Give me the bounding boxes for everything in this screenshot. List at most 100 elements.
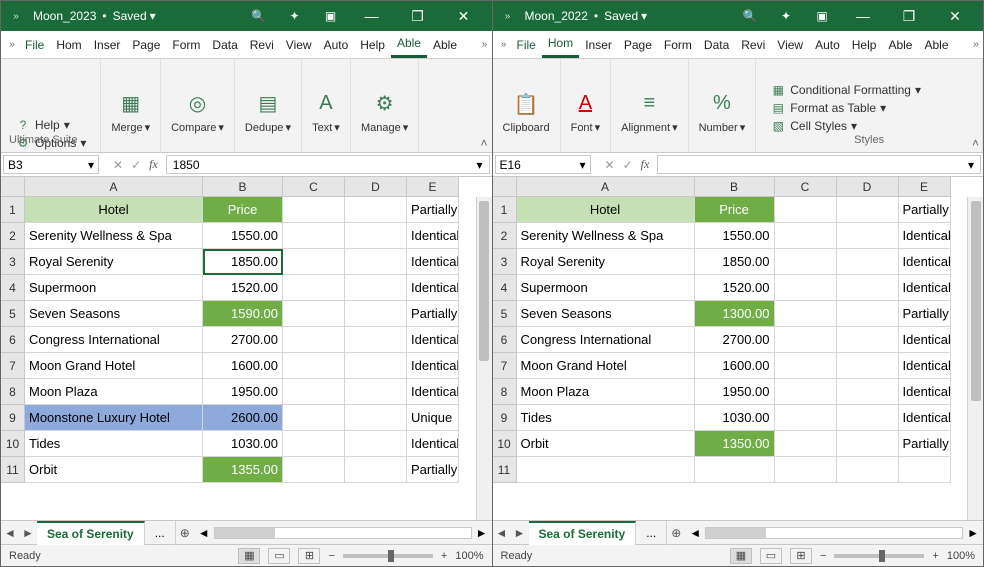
sheet-tab-active[interactable]: Sea of Serenity: [37, 521, 145, 545]
zoom-level[interactable]: 100%: [947, 550, 975, 562]
cell[interactable]: [283, 301, 345, 327]
cell[interactable]: [345, 327, 407, 353]
saved-indicator[interactable]: Saved ▾: [113, 9, 156, 23]
cell-styles-button[interactable]: ▧ Cell Styles ▾: [770, 118, 921, 134]
tab-form[interactable]: Form: [658, 31, 698, 58]
cell-price[interactable]: 1030.00: [203, 431, 283, 457]
cell[interactable]: [837, 457, 899, 483]
cell-hotel[interactable]: Moon Grand Hotel: [517, 353, 695, 379]
col-header-C[interactable]: C: [775, 177, 837, 197]
tab-form[interactable]: Form: [166, 31, 206, 58]
cell-hotel[interactable]: Orbit: [517, 431, 695, 457]
cell-status[interactable]: Identical: [899, 353, 951, 379]
ribbon-collapse-icon[interactable]: ˄: [972, 136, 979, 150]
cell-status[interactable]: Partially d: [407, 457, 459, 483]
cell[interactable]: [775, 327, 837, 353]
close-button[interactable]: ✕: [444, 1, 484, 31]
row-header[interactable]: 9: [493, 405, 517, 431]
restore-button[interactable]: ❐: [398, 1, 438, 31]
text-button[interactable]: A Text▾: [308, 85, 344, 134]
row-header[interactable]: 4: [1, 275, 25, 301]
cell-price[interactable]: 1590.00: [203, 301, 283, 327]
help-dropdown[interactable]: ? Help ▾: [15, 118, 70, 132]
col-header-B[interactable]: B: [695, 177, 775, 197]
row-header[interactable]: 6: [1, 327, 25, 353]
tabs-scroll-left[interactable]: »: [497, 31, 511, 58]
fx-icon[interactable]: fx: [149, 157, 158, 172]
cell[interactable]: [345, 405, 407, 431]
cell-status[interactable]: Identical: [407, 275, 459, 301]
row-header[interactable]: 11: [493, 457, 517, 483]
cell[interactable]: [837, 275, 899, 301]
cell-hotel[interactable]: Moon Plaza: [25, 379, 203, 405]
cell[interactable]: [775, 275, 837, 301]
cell-hotel[interactable]: Supermoon: [517, 275, 695, 301]
view-break-icon[interactable]: ⊞: [298, 548, 320, 564]
titlebar-left[interactable]: » Moon_2023 • Saved ▾ 🔍 ✦ ▣ — ❐ ✕: [1, 1, 492, 31]
cell-hotel[interactable]: Tides: [25, 431, 203, 457]
cell-price[interactable]: 1850.00: [203, 249, 283, 275]
col-header-B[interactable]: B: [203, 177, 283, 197]
sheet-add-button[interactable]: ⊕: [176, 526, 194, 540]
cell[interactable]: [837, 327, 899, 353]
cell[interactable]: [345, 223, 407, 249]
row-header[interactable]: 4: [493, 275, 517, 301]
cell-hotel[interactable]: Moon Grand Hotel: [25, 353, 203, 379]
view-page-icon[interactable]: ▭: [268, 548, 290, 564]
cell-price[interactable]: 1300.00: [695, 301, 775, 327]
cell[interactable]: [775, 301, 837, 327]
row-header[interactable]: 1: [1, 197, 25, 223]
cell[interactable]: [345, 249, 407, 275]
cell[interactable]: [283, 379, 345, 405]
cell[interactable]: [345, 301, 407, 327]
cell-price[interactable]: 1030.00: [695, 405, 775, 431]
cell-status[interactable]: Identical: [407, 223, 459, 249]
cell-hotel[interactable]: Congress International: [517, 327, 695, 353]
row-header[interactable]: 8: [1, 379, 25, 405]
cell[interactable]: [837, 223, 899, 249]
cell-hotel[interactable]: Moon Plaza: [517, 379, 695, 405]
horizontal-scrollbar[interactable]: ◄ ►: [194, 526, 492, 540]
tab-revi[interactable]: Revi: [735, 31, 771, 58]
sheet-tab-more[interactable]: ...: [636, 521, 667, 545]
cell[interactable]: [837, 405, 899, 431]
col-header-A[interactable]: A: [25, 177, 203, 197]
minimize-button[interactable]: —: [843, 1, 883, 31]
header-price[interactable]: Price: [695, 197, 775, 223]
cell-status[interactable]: Partially d: [407, 301, 459, 327]
titlebar-right[interactable]: » Moon_2022 • Saved ▾ 🔍 ✦ ▣ — ❐ ✕: [493, 1, 984, 31]
cell[interactable]: [283, 275, 345, 301]
cell-status[interactable]: Identical: [899, 223, 951, 249]
cell-hotel[interactable]: Royal Serenity: [25, 249, 203, 275]
select-all-corner[interactable]: [1, 177, 25, 197]
cell-price[interactable]: 2700.00: [695, 327, 775, 353]
tabs-scroll-left[interactable]: »: [5, 31, 19, 58]
cell[interactable]: [775, 197, 837, 223]
formula-input[interactable]: ▾: [657, 155, 981, 174]
row-header[interactable]: 7: [1, 353, 25, 379]
row-header[interactable]: 9: [1, 405, 25, 431]
cell-price[interactable]: 1850.00: [695, 249, 775, 275]
tab-auto[interactable]: Auto: [318, 31, 355, 58]
row-header[interactable]: 1: [493, 197, 517, 223]
chevron-right-icon[interactable]: »: [501, 11, 515, 22]
cell-hotel[interactable]: Supermoon: [25, 275, 203, 301]
tab-page[interactable]: Page: [618, 31, 658, 58]
restore-button[interactable]: ❐: [889, 1, 929, 31]
chevron-down-icon[interactable]: ▾: [579, 158, 585, 172]
col-header-D[interactable]: D: [345, 177, 407, 197]
cell[interactable]: [283, 353, 345, 379]
cell-hotel[interactable]: Royal Serenity: [517, 249, 695, 275]
cell-price[interactable]: 2600.00: [203, 405, 283, 431]
search-icon[interactable]: 🔍: [244, 1, 274, 31]
col-header-E[interactable]: E: [899, 177, 951, 197]
cell[interactable]: [837, 197, 899, 223]
cell-status[interactable]: [899, 457, 951, 483]
tab-able[interactable]: Able: [918, 31, 954, 58]
cell-status[interactable]: Identical: [407, 379, 459, 405]
tab-view[interactable]: View: [280, 31, 318, 58]
cell[interactable]: [345, 197, 407, 223]
chevron-down-icon[interactable]: ▾: [968, 158, 974, 172]
mode-icon[interactable]: ▣: [807, 1, 837, 31]
vertical-scrollbar[interactable]: [476, 197, 492, 520]
